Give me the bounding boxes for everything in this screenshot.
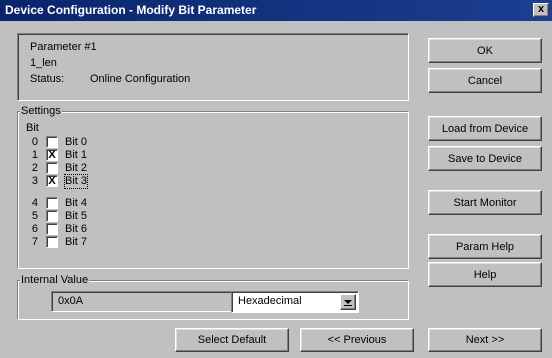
bit-number: 5: [31, 210, 38, 222]
start-monitor-button[interactable]: Start Monitor: [428, 190, 542, 215]
next-button[interactable]: Next >>: [428, 328, 542, 352]
internal-value-group: Internal Value 0x0A Hexadecimal: [17, 274, 409, 320]
save-to-device-button[interactable]: Save to Device: [428, 146, 542, 171]
bit-number: 0: [31, 136, 38, 148]
parameter-name: 1_len: [30, 57, 57, 69]
param-help-button[interactable]: Param Help: [428, 234, 542, 259]
bit-number: 2: [31, 162, 38, 174]
previous-button[interactable]: << Previous: [300, 328, 414, 352]
bit-checkbox[interactable]: [46, 223, 58, 235]
bit-number: 6: [31, 223, 38, 235]
close-icon[interactable]: x: [533, 3, 549, 17]
chevron-down-icon[interactable]: [340, 294, 356, 310]
bit-checkbox[interactable]: [46, 162, 58, 174]
bit-number: 1: [31, 149, 38, 161]
bit-column-header: Bit: [26, 122, 39, 134]
format-select[interactable]: Hexadecimal: [231, 291, 359, 313]
bit-number: 4: [31, 197, 38, 209]
bit-number: 7: [31, 236, 38, 248]
bit-label[interactable]: Bit 2: [65, 162, 87, 175]
bit-checkbox[interactable]: X: [46, 175, 58, 187]
bit-checkbox[interactable]: [46, 197, 58, 209]
title-bar: Device Configuration - Modify Bit Parame…: [0, 0, 552, 21]
bit-label[interactable]: Bit 0: [65, 136, 87, 149]
bit-number: 3: [31, 175, 38, 187]
bit-label[interactable]: Bit 1: [65, 149, 87, 162]
settings-group: Settings Bit 0 Bit 0 1 X Bit 1 2 Bit 2 3 X Bit 34…: [17, 105, 409, 269]
status-value: Online Configuration: [90, 73, 191, 85]
bit-label[interactable]: Bit 3: [63, 174, 89, 189]
bit-checkbox[interactable]: [46, 136, 58, 148]
select-default-button[interactable]: Select Default: [175, 328, 289, 352]
help-button[interactable]: Help: [428, 262, 542, 287]
bit-checkbox[interactable]: [46, 236, 58, 248]
bit-checkbox[interactable]: [46, 210, 58, 222]
status-label: Status:: [30, 73, 65, 85]
format-select-value: Hexadecimal: [238, 295, 302, 307]
settings-group-label: Settings: [20, 105, 62, 117]
bit-label[interactable]: Bit 6: [65, 223, 87, 236]
parameter-info-panel: Parameter #1 1_len Status: Online Config…: [17, 33, 409, 101]
bit-label[interactable]: Bit 7: [65, 236, 87, 249]
bit-label[interactable]: Bit 5: [65, 210, 87, 223]
window-title: Device Configuration - Modify Bit Parame…: [5, 3, 257, 17]
bit-checkbox[interactable]: X: [46, 149, 58, 161]
internal-value-field: 0x0A: [51, 291, 243, 312]
ok-button[interactable]: OK: [428, 38, 542, 63]
bit-label[interactable]: Bit 4: [65, 197, 87, 210]
load-from-device-button[interactable]: Load from Device: [428, 116, 542, 141]
parameter-number: Parameter #1: [30, 41, 97, 53]
internal-value-group-label: Internal Value: [20, 274, 90, 286]
cancel-button[interactable]: Cancel: [428, 68, 542, 93]
